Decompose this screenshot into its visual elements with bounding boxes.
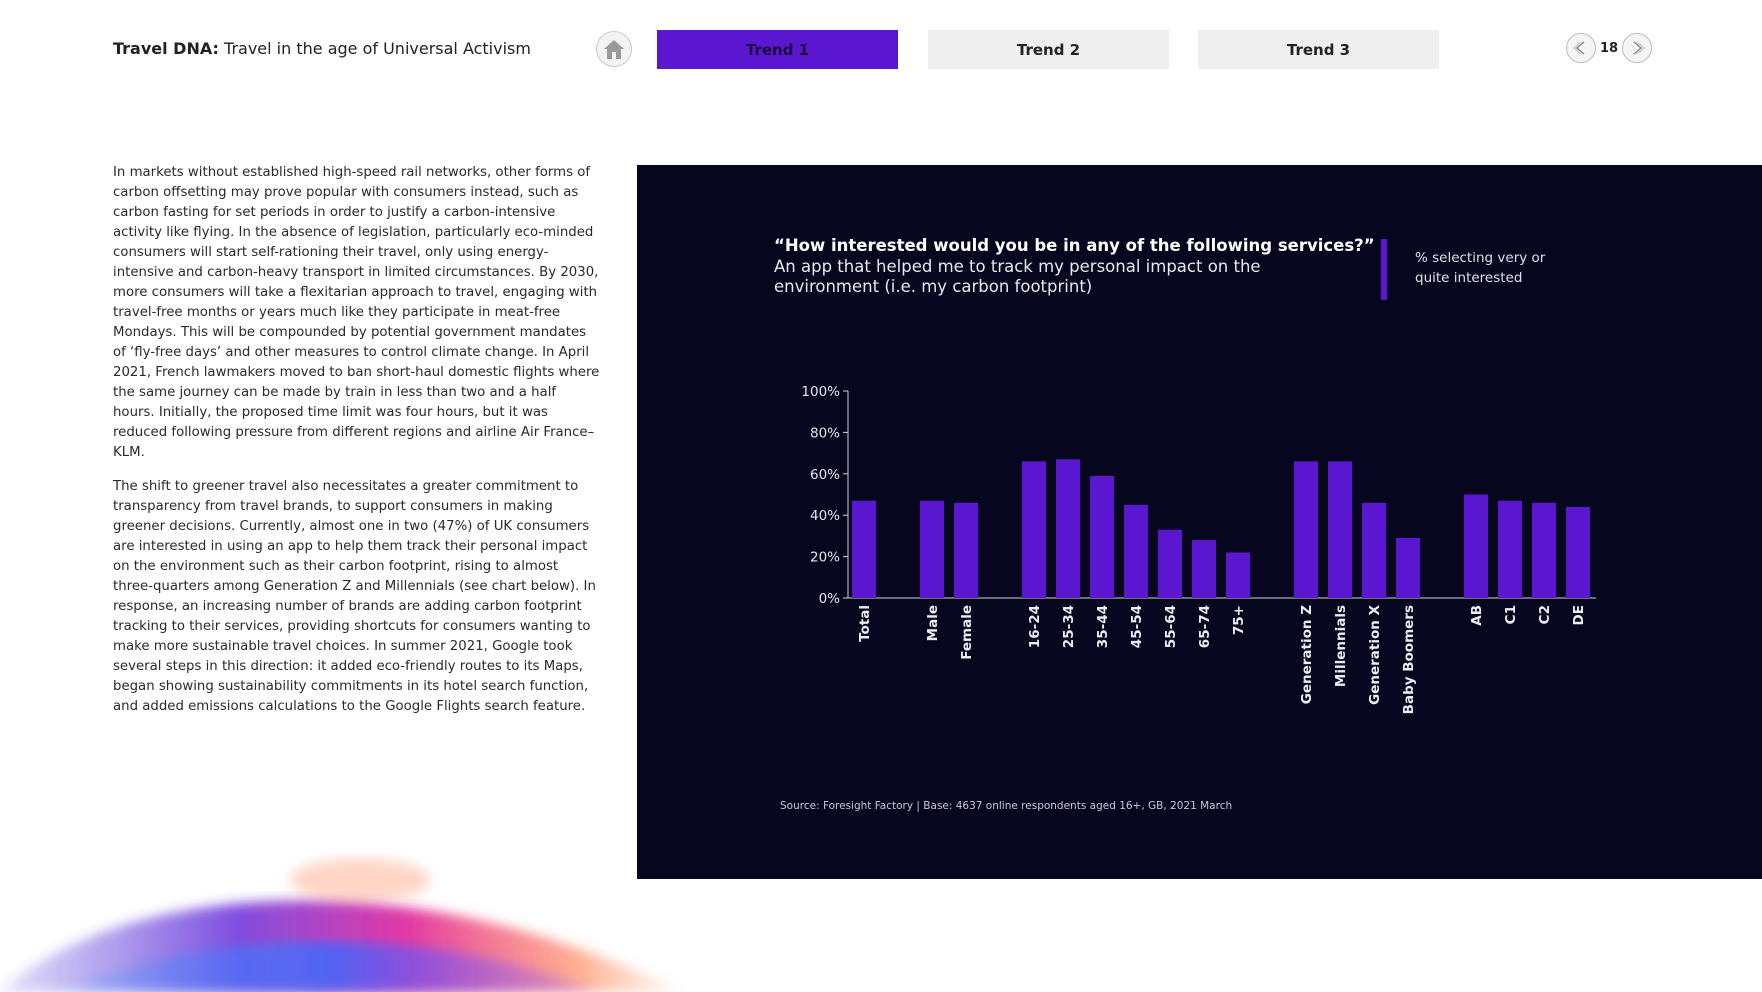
- bar-female: [954, 502, 978, 598]
- x-tick-label: Millennials: [1333, 605, 1349, 687]
- chevron-right-icon: [1633, 41, 1645, 55]
- y-tick-label: 40%: [810, 508, 840, 524]
- x-tick-label: 45-54: [1129, 605, 1145, 648]
- x-tick-label: C2: [1537, 605, 1553, 624]
- bar-55-64: [1158, 529, 1182, 598]
- bar-millennials: [1328, 461, 1352, 598]
- bar-c1: [1498, 500, 1522, 598]
- bar-de: [1566, 506, 1590, 598]
- page-number: 18: [1600, 40, 1619, 56]
- bar-c2: [1532, 502, 1556, 598]
- previous-page-button[interactable]: [1566, 33, 1596, 63]
- x-tick-label: C1: [1503, 605, 1519, 624]
- document-title-rest: Travel in the age of Universal Activism: [218, 39, 531, 58]
- tab-trend-2[interactable]: Trend 2: [928, 30, 1169, 69]
- bar-ab: [1464, 494, 1488, 598]
- decorative-swoosh: [0, 858, 680, 992]
- x-tick-label: 65-74: [1197, 605, 1213, 648]
- x-tick-label: Male: [925, 605, 941, 641]
- bar-total: [852, 500, 876, 598]
- bar-16-24: [1022, 461, 1046, 598]
- bar-male: [920, 500, 944, 598]
- bar-generation-x: [1362, 502, 1386, 598]
- document-title-bold: Travel DNA:: [113, 39, 219, 58]
- tab-trend-3[interactable]: Trend 3: [1198, 30, 1439, 69]
- page-navigation: 18: [1566, 32, 1653, 64]
- y-tick-label: 80%: [810, 425, 840, 441]
- chevron-left-icon: [1573, 41, 1585, 55]
- tab-trend-1[interactable]: Trend 1: [657, 30, 898, 69]
- x-tick-label: 25-34: [1061, 605, 1077, 648]
- document-title: Travel DNA: Travel in the age of Univers…: [113, 39, 531, 58]
- x-tick-label: AB: [1469, 605, 1485, 626]
- article-body: In markets without established high-spee…: [113, 163, 600, 731]
- x-tick-label: DE: [1571, 605, 1587, 625]
- x-tick-label: 55-64: [1163, 605, 1179, 648]
- x-tick-label: Generation Z: [1299, 605, 1315, 704]
- bar-65-74: [1192, 540, 1216, 598]
- x-tick-label: 16-24: [1027, 605, 1043, 648]
- x-tick-label: Total: [857, 605, 873, 642]
- bar-baby-boomers: [1396, 537, 1420, 598]
- next-page-button[interactable]: [1622, 33, 1653, 63]
- x-tick-label: Female: [959, 605, 975, 660]
- bar-45-54: [1124, 504, 1148, 598]
- article-paragraph-1: In markets without established high-spee…: [113, 165, 600, 460]
- home-button[interactable]: [596, 31, 632, 67]
- y-tick-label: 0%: [819, 591, 841, 607]
- article-paragraph-2: The shift to greener travel also necessi…: [113, 479, 596, 714]
- x-tick-label: Generation X: [1367, 604, 1383, 704]
- bar-35-44: [1090, 475, 1114, 598]
- top-navigation: Travel DNA: Travel in the age of Univers…: [0, 0, 1762, 100]
- bar-generation-z: [1294, 461, 1318, 598]
- y-tick-label: 60%: [810, 467, 840, 483]
- bar-chart: 0% 20% 40% 60% 80% 100% Total Male Female 16-24 25…: [801, 384, 1596, 714]
- x-tick-label: Baby Boomers: [1401, 605, 1417, 714]
- y-tick-label: 100%: [801, 384, 840, 400]
- bar-25-34: [1056, 459, 1080, 598]
- home-icon: [604, 40, 624, 59]
- chart-source: Source: Foresight Factory | Base: 4637 o…: [780, 800, 1233, 812]
- y-tick-label: 20%: [810, 550, 840, 566]
- x-tick-label: 35-44: [1095, 605, 1111, 648]
- x-tick-label: 75+: [1231, 605, 1247, 635]
- bar-75-: [1226, 552, 1250, 598]
